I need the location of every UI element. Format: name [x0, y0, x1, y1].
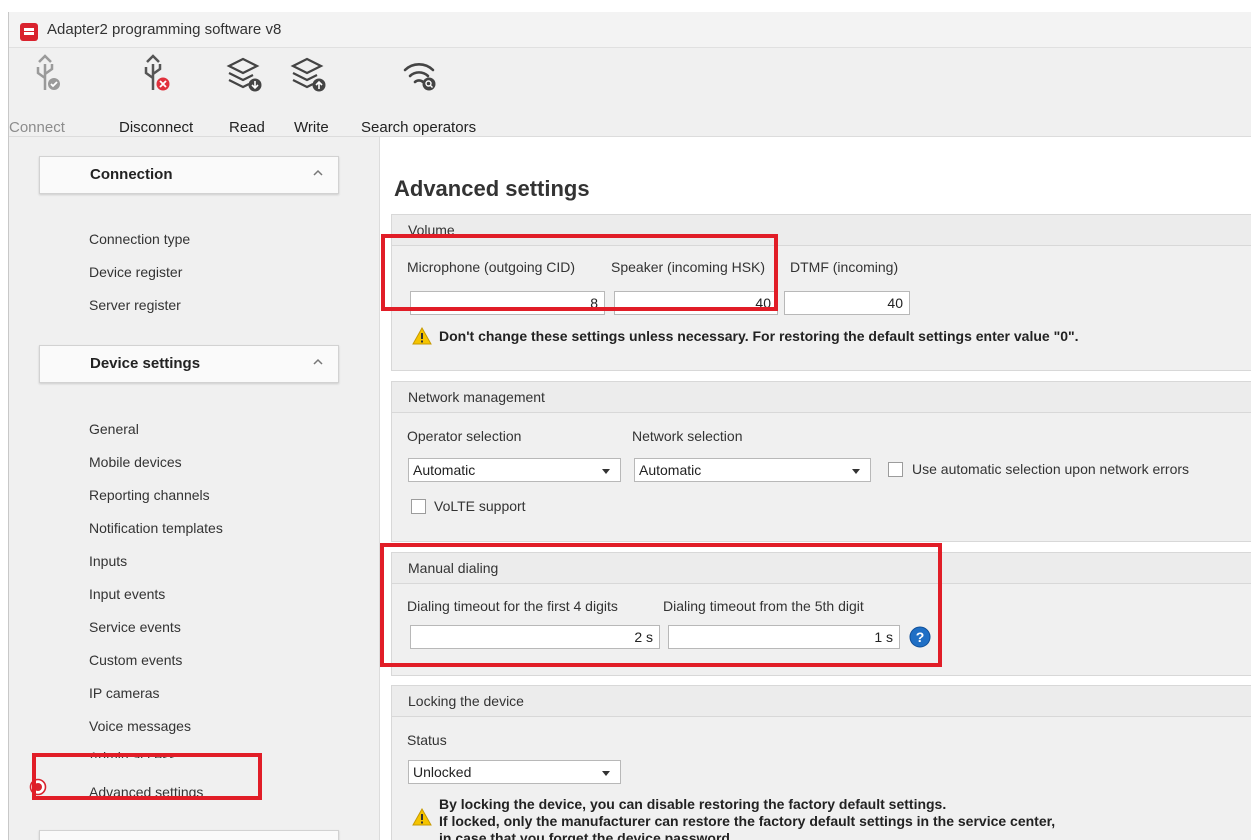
dropdown-value: Automatic	[413, 462, 476, 478]
group-header: Manual dialing	[392, 553, 1251, 584]
main-panel: Advanced settings Volume Microphone (out…	[379, 137, 1251, 840]
sidebar-item-reporting-channels[interactable]: Reporting channels	[89, 487, 210, 503]
first-digits-timeout-input[interactable]	[410, 625, 660, 649]
group-title: Network management	[408, 389, 545, 405]
sidebar-item-server-register[interactable]: Server register	[89, 297, 181, 313]
disconnect-button[interactable]: Disconnect	[109, 48, 209, 136]
search-operators-button[interactable]: Search operators	[353, 48, 493, 136]
volume-group: Volume Microphone (outgoing CID) Speaker…	[391, 214, 1251, 371]
app-window: Adapter2 programming software v8 Connect…	[8, 12, 1251, 840]
usb-check-icon	[36, 54, 60, 90]
dtmf-input[interactable]	[784, 291, 910, 315]
microphone-label: Microphone (outgoing CID)	[407, 259, 576, 275]
operator-selection-dropdown[interactable]: Automatic	[408, 458, 621, 482]
layers-write-icon	[290, 57, 326, 92]
disconnect-label: Disconnect	[119, 119, 194, 136]
locking-warning-line-3: in case that you forget the device passw…	[439, 830, 734, 840]
layers-read-icon	[226, 57, 262, 92]
svg-text:?: ?	[916, 629, 925, 645]
sidebar-item-connection-type[interactable]: Connection type	[89, 231, 190, 247]
chevron-up-icon	[313, 358, 323, 365]
chevron-down-icon	[602, 469, 610, 474]
title-bar: Adapter2 programming software v8	[9, 12, 1251, 48]
chevron-down-icon	[602, 771, 610, 776]
dropdown-value: Unlocked	[413, 764, 472, 780]
dtmf-label: DTMF (incoming)	[790, 259, 899, 275]
group-title: Locking the device	[408, 693, 524, 709]
status-dropdown[interactable]: Unlocked	[408, 760, 621, 784]
connect-button[interactable]: Connect	[9, 48, 89, 136]
section-title: Connection	[90, 166, 173, 183]
chevron-up-icon	[313, 169, 323, 176]
toolbar: Connect Disconnect Read Write Search ope…	[9, 48, 1251, 137]
locking-group: Locking the device Status Unlocked By lo…	[391, 685, 1251, 840]
auto-errors-checkbox[interactable]	[888, 462, 903, 477]
locking-warning-line-1: By locking the device, you can disable r…	[439, 796, 947, 812]
sidebar-item-ip-cameras[interactable]: IP cameras	[89, 685, 160, 701]
dropdown-value: Automatic	[639, 462, 702, 478]
status-label: Status	[407, 732, 447, 748]
usb-disconnect-icon	[144, 54, 170, 91]
fifth-digit-timeout-input[interactable]	[668, 625, 900, 649]
operator-selection-label: Operator selection	[407, 428, 522, 444]
sidebar-item-mobile-devices[interactable]: Mobile devices	[89, 454, 182, 470]
read-label: Read	[229, 119, 265, 136]
warning-icon	[412, 808, 432, 826]
help-icon[interactable]: ?	[909, 626, 931, 648]
search-operators-label: Search operators	[361, 119, 477, 136]
microphone-input[interactable]	[410, 291, 605, 315]
window-title: Adapter2 programming software v8	[47, 21, 282, 38]
volume-warning-text: Don't change these settings unless neces…	[439, 328, 1079, 344]
group-header: Network management	[392, 382, 1251, 413]
group-title: Manual dialing	[408, 560, 499, 576]
speaker-label: Speaker (incoming HSK)	[611, 259, 766, 275]
sidebar-item-device-register[interactable]: Device register	[89, 264, 182, 280]
fifth-digit-timeout-label: Dialing timeout from the 5th digit	[663, 598, 864, 614]
sidebar-item-voice-messages[interactable]: Voice messages	[89, 718, 191, 734]
network-selection-dropdown[interactable]: Automatic	[634, 458, 871, 482]
radio-selected-icon	[29, 778, 47, 796]
volte-label: VoLTE support	[434, 498, 526, 514]
chevron-down-icon	[852, 469, 860, 474]
sidebar: Connection Connection type Device regist…	[9, 137, 365, 840]
warning-icon	[412, 327, 432, 345]
locking-warning-line-2: If locked, only the manufacturer can res…	[439, 813, 1056, 829]
sidebar-item-input-events[interactable]: Input events	[89, 586, 165, 602]
sidebar-section-device-settings[interactable]: Device settings	[39, 345, 339, 383]
group-header: Locking the device	[392, 686, 1251, 717]
first-digits-timeout-label: Dialing timeout for the first 4 digits	[407, 598, 618, 614]
volte-checkbox[interactable]	[411, 499, 426, 514]
sidebar-item-general[interactable]: General	[89, 421, 139, 437]
write-button[interactable]: Write	[285, 48, 335, 136]
sidebar-item-admin-access[interactable]: Admin access	[89, 749, 176, 758]
sidebar-item-inputs[interactable]: Inputs	[89, 553, 127, 569]
sidebar-section-connection[interactable]: Connection	[39, 156, 339, 194]
section-title: Device settings	[90, 355, 201, 372]
group-header: Volume	[392, 215, 1251, 246]
read-button[interactable]: Read	[221, 48, 265, 136]
app-logo-icon	[20, 23, 38, 41]
write-label: Write	[294, 119, 329, 136]
sidebar-item-custom-events[interactable]: Custom events	[89, 652, 182, 668]
speaker-input[interactable]	[614, 291, 778, 315]
sidebar-item-notification-templates[interactable]: Notification templates	[89, 520, 223, 536]
network-selection-label: Network selection	[632, 428, 743, 444]
connect-label: Connect	[9, 119, 65, 136]
page-title: Advanced settings	[394, 176, 590, 201]
network-group: Network management Operator selection Ne…	[391, 381, 1251, 542]
sidebar-item-service-events[interactable]: Service events	[89, 619, 181, 635]
sidebar-item-advanced-settings[interactable]: Advanced settings	[89, 784, 203, 800]
sidebar-section-collapsed[interactable]	[39, 830, 339, 840]
manual-dialing-group: Manual dialing Dialing timeout for the f…	[391, 552, 1251, 676]
signal-search-icon	[403, 63, 436, 91]
auto-errors-label: Use automatic selection upon network err…	[912, 461, 1190, 477]
group-title: Volume	[408, 222, 455, 238]
